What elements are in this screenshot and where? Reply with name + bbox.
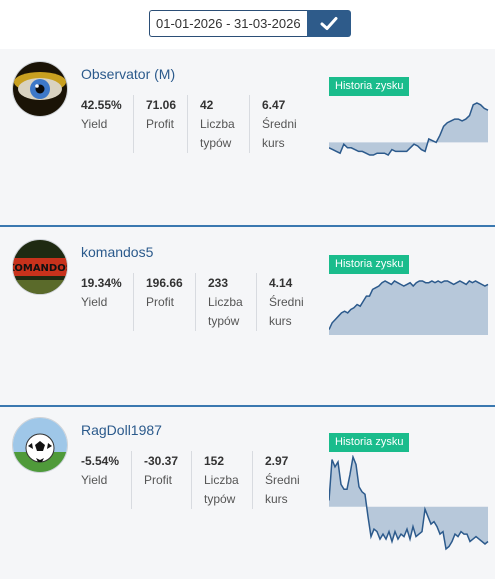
apply-date-button[interactable] xyxy=(307,10,351,37)
divider xyxy=(133,273,134,331)
profit-stat: 71.06 Profit xyxy=(146,95,176,134)
tipster-name[interactable]: komandos5 xyxy=(81,244,153,260)
football-avatar-icon xyxy=(13,418,67,472)
avg-odds-label: Średni kurs xyxy=(262,117,297,150)
date-range-input[interactable]: 01-01-2026 - 31-03-2026 xyxy=(149,10,307,37)
eye-avatar-icon xyxy=(13,62,67,116)
tipster-name[interactable]: Observator (M) xyxy=(81,66,175,82)
avg-odds-value: 6.47 xyxy=(262,98,286,112)
types-stat: 152 Liczba typów xyxy=(204,451,239,509)
avg-odds-stat: 2.97 Średni kurs xyxy=(265,451,300,509)
types-value: 42 xyxy=(200,98,214,112)
avg-odds-stat: 4.14 Średni kurs xyxy=(269,273,304,331)
profit-history-badge: Historia zysku xyxy=(329,77,410,96)
divider xyxy=(195,273,196,331)
divider xyxy=(133,95,134,153)
avg-odds-value: 2.97 xyxy=(265,454,289,468)
types-stat: 42 Liczba typów xyxy=(200,95,235,153)
types-value: 152 xyxy=(204,454,225,468)
checkmark-icon xyxy=(320,17,338,30)
divider xyxy=(256,273,257,331)
avatar[interactable] xyxy=(12,61,68,117)
divider xyxy=(252,451,253,509)
yield-stat: 19.34% Yield xyxy=(81,273,122,312)
avatar[interactable]: KOMANDOS xyxy=(12,239,68,295)
tipster-card: KOMANDOS komandos5 19.34% Yield 196.66 P… xyxy=(0,227,495,407)
profit-history-badge: Historia zysku xyxy=(329,255,410,274)
avatar[interactable] xyxy=(12,417,68,473)
divider xyxy=(249,95,250,153)
avg-odds-label: Średni kurs xyxy=(269,295,304,328)
svg-text:KOMANDOS: KOMANDOS xyxy=(13,263,67,274)
profit-label: Profit xyxy=(146,295,175,309)
yield-stat: -5.54% Yield xyxy=(81,451,119,490)
profit-label: Profit xyxy=(146,117,175,131)
profit-history-sparkline xyxy=(329,455,489,551)
types-label: Liczba typów xyxy=(200,117,235,150)
profit-value: -30.37 xyxy=(144,454,179,468)
tipster-card: Observator (M) 42.55% Yield 71.06 Profit… xyxy=(0,49,495,227)
sparkline-area xyxy=(329,103,488,155)
types-value: 233 xyxy=(208,276,229,290)
profit-history-badge: Historia zysku xyxy=(329,433,410,452)
types-label: Liczba typów xyxy=(208,295,243,328)
types-label: Liczba typów xyxy=(204,473,239,506)
profit-value: 196.66 xyxy=(146,276,183,290)
yield-value: 42.55% xyxy=(81,98,122,112)
profit-label: Profit xyxy=(144,473,173,487)
yield-label: Yield xyxy=(81,473,108,487)
tipster-card: RagDoll1987 -5.54% Yield -30.37 Profit 1… xyxy=(0,407,495,579)
profit-stat: -30.37 Profit xyxy=(144,451,178,490)
yield-value: -5.54% xyxy=(81,454,120,468)
profit-history-sparkline xyxy=(329,102,489,156)
avg-odds-stat: 6.47 Średni kurs xyxy=(262,95,297,153)
divider xyxy=(131,451,132,509)
divider xyxy=(187,95,188,153)
avg-odds-label: Średni kurs xyxy=(265,473,300,506)
yield-label: Yield xyxy=(81,295,108,309)
komandos-avatar-icon: KOMANDOS xyxy=(13,240,67,294)
tipster-name[interactable]: RagDoll1987 xyxy=(81,422,162,438)
avg-odds-value: 4.14 xyxy=(269,276,293,290)
divider xyxy=(191,451,192,509)
yield-label: Yield xyxy=(81,117,108,131)
profit-value: 71.06 xyxy=(146,98,177,112)
yield-stat: 42.55% Yield xyxy=(81,95,122,134)
date-range-bar: 01-01-2026 - 31-03-2026 xyxy=(0,0,495,49)
yield-value: 19.34% xyxy=(81,276,122,290)
profit-history-sparkline xyxy=(329,280,489,335)
types-stat: 233 Liczba typów xyxy=(208,273,243,331)
profit-stat: 196.66 Profit xyxy=(146,273,183,312)
